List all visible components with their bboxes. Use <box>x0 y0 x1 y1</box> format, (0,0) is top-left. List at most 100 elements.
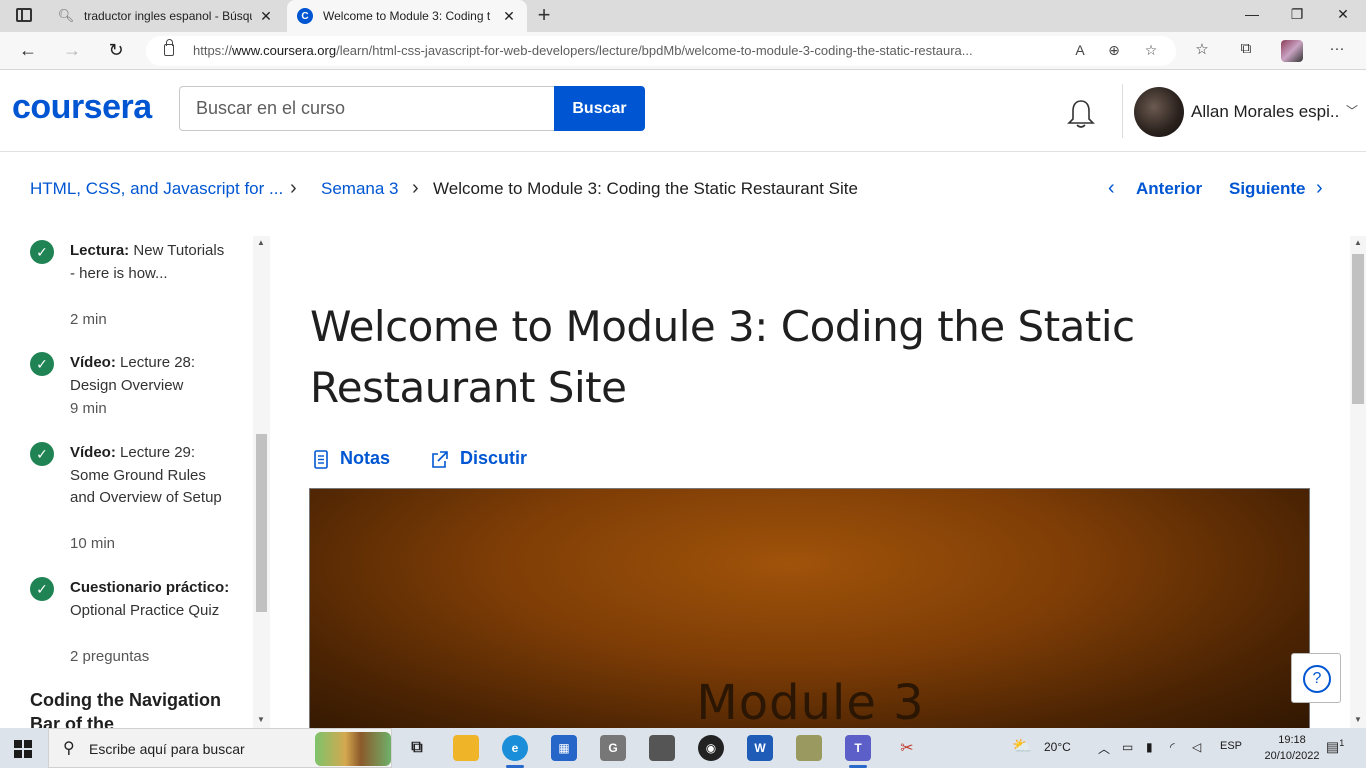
item-duration: 9 min <box>70 400 107 417</box>
chevron-up-icon[interactable]: ︿ <box>1098 740 1110 757</box>
new-tab-button[interactable]: + <box>534 4 554 26</box>
notes-button[interactable]: Notas <box>340 448 390 469</box>
read-aloud-icon[interactable]: A <box>1070 42 1090 58</box>
chevron-right-icon[interactable]: › <box>1316 177 1323 200</box>
scroll-down-icon[interactable]: ▼ <box>1354 715 1362 724</box>
store-icon[interactable]: ▦ <box>551 735 577 761</box>
tab-actions-icon[interactable] <box>16 8 32 22</box>
tab-coursera[interactable]: C Welcome to Module 3: Coding th ✕ <box>287 0 527 32</box>
notification-count: 1 <box>1339 738 1345 748</box>
item-duration: 2 preguntas <box>70 648 150 665</box>
item-duration: 2 min <box>70 311 107 328</box>
refresh-icon[interactable]: ↻ <box>105 40 127 60</box>
scroll-up-icon[interactable]: ▲ <box>1354 238 1362 247</box>
clock-time: 19:18 <box>1278 734 1306 746</box>
lock-icon[interactable] <box>164 39 174 56</box>
help-button[interactable]: ? <box>1291 653 1341 703</box>
chevron-right-icon: › <box>412 177 419 199</box>
language-indicator[interactable]: ESP <box>1220 740 1242 752</box>
discuss-button[interactable]: Discutir <box>460 448 527 469</box>
notifications-bell-icon[interactable] <box>1066 98 1096 130</box>
course-search-input[interactable] <box>179 86 555 131</box>
app-icon[interactable] <box>796 735 822 761</box>
app-icon[interactable] <box>649 735 675 761</box>
teams-icon[interactable]: T <box>845 735 871 768</box>
header-divider <box>1122 84 1123 138</box>
close-icon[interactable]: ✕ <box>501 8 517 24</box>
url-field[interactable]: https://www.coursera.org/learn/html-css-… <box>146 36 1176 66</box>
search-button[interactable]: Buscar <box>554 86 645 131</box>
url-text[interactable]: https://www.coursera.org/learn/html-css-… <box>193 43 1073 58</box>
tab-search[interactable]: 🔍︎ traductor ingles espanol - Búsqu ✕ <box>48 0 284 32</box>
breadcrumb-current: Welcome to Module 3: Coding the Static R… <box>433 179 858 198</box>
chevron-right-icon: › <box>290 177 297 199</box>
item-title: Lectura: New Tutorials - here is how... <box>70 242 225 282</box>
zoom-icon[interactable]: ⊕ <box>1104 42 1124 59</box>
chevron-left-icon[interactable]: ‹ <box>1108 177 1115 200</box>
edge-icon[interactable]: e <box>502 735 528 768</box>
word-icon[interactable]: W <box>747 735 773 761</box>
scrollbar-thumb[interactable] <box>1352 254 1364 404</box>
chevron-down-icon[interactable]: ﹀ <box>1346 102 1358 119</box>
window-close-icon[interactable]: ✕ <box>1333 6 1353 23</box>
browser-profile-icon[interactable] <box>1281 40 1303 62</box>
github-icon[interactable]: ◉ <box>698 735 724 761</box>
search-highlight-image[interactable] <box>315 732 391 766</box>
breadcrumb-course-link[interactable]: HTML, CSS, and Javascript for ... <box>30 179 283 199</box>
wifi-icon[interactable]: ◜ <box>1170 740 1175 754</box>
minimize-icon[interactable]: — <box>1242 6 1262 22</box>
taskbar: ⚲ Escribe aquí para buscar ⧉ e ▦ G ◉ W T… <box>0 728 1366 768</box>
item-title: Vídeo: Lecture 28: Design Overview <box>70 354 196 394</box>
forward-icon: → <box>63 40 81 60</box>
previous-link[interactable]: Anterior <box>1136 179 1202 199</box>
close-icon[interactable]: ✕ <box>258 8 274 24</box>
avatar[interactable] <box>1134 87 1184 137</box>
add-favorite-icon[interactable]: ☆ <box>1141 42 1161 59</box>
task-view-icon[interactable]: ⧉ <box>404 735 430 761</box>
meet-now-icon[interactable]: ▭ <box>1122 740 1133 754</box>
sidebar-scrollbar[interactable]: ▲ ▼ <box>253 236 270 728</box>
video-player[interactable]: Module 3 <box>309 488 1310 728</box>
scroll-up-icon[interactable]: ▲ <box>257 238 265 247</box>
favorites-icon[interactable]: ☆ <box>1191 40 1213 58</box>
volume-icon[interactable]: ◁ <box>1192 740 1201 754</box>
battery-icon[interactable]: ▮ <box>1146 740 1153 754</box>
collections-icon[interactable]: ⧉ <box>1235 40 1257 57</box>
back-icon[interactable]: ← <box>17 40 39 60</box>
item-duration: 10 min <box>70 535 116 552</box>
restore-icon[interactable]: ❐ <box>1287 6 1307 23</box>
coursera-favicon-icon: C <box>297 8 313 24</box>
search-icon: 🔍︎ <box>57 8 75 23</box>
item-title: Cuestionario práctico: Optional Practice… <box>70 579 230 619</box>
page-scrollbar[interactable]: ▲ ▼ <box>1350 236 1366 728</box>
coursera-logo[interactable]: coursera <box>12 88 152 127</box>
windows-start-icon[interactable] <box>14 740 32 758</box>
snipping-tool-icon[interactable]: ✂ <box>894 735 920 761</box>
file-explorer-icon[interactable] <box>453 735 479 761</box>
clock-date: 20/10/2022 <box>1264 750 1320 762</box>
scroll-down-icon[interactable]: ▼ <box>257 715 265 724</box>
external-link-icon[interactable] <box>430 450 448 470</box>
more-options-icon[interactable]: ··· <box>1326 40 1348 57</box>
lecture-content: Welcome to Module 3: Coding the Static R… <box>270 236 1350 728</box>
address-bar-row: ← → ↻ https://www.coursera.org/learn/htm… <box>0 32 1366 70</box>
site-header: coursera Buscar Allan Morales espi... ﹀ <box>0 70 1366 152</box>
weather-icon[interactable]: ⛅ <box>1012 736 1032 756</box>
notifications-icon[interactable]: ▤1 <box>1326 738 1344 756</box>
next-link[interactable]: Siguiente <box>1229 179 1306 199</box>
tab-title: Welcome to Module 3: Coding th <box>323 9 491 23</box>
course-outline-sidebar: ✓ Lectura: New Tutorials - here is how..… <box>0 236 270 728</box>
notes-icon[interactable] <box>312 450 330 470</box>
taskbar-clock[interactable]: 19:18 20/10/2022 <box>1262 732 1322 764</box>
scrollbar-thumb[interactable] <box>256 434 267 612</box>
page-title: Welcome to Module 3: Coding the Static R… <box>310 302 1135 412</box>
chrome-icon[interactable]: G <box>600 735 626 761</box>
breadcrumb-week-link[interactable]: Semana 3 <box>321 179 399 199</box>
section-title[interactable]: Coding the Navigation Bar of the <box>30 688 240 728</box>
question-mark-icon: ? <box>1303 665 1331 693</box>
browser-tab-strip: 🔍︎ traductor ingles espanol - Búsqu ✕ C … <box>0 0 1366 32</box>
weather-temperature[interactable]: 20°C <box>1044 740 1071 754</box>
user-name[interactable]: Allan Morales espi... <box>1191 102 1341 122</box>
breadcrumb: HTML, CSS, and Javascript for ... › Sema… <box>0 152 1366 228</box>
taskbar-search-box[interactable]: ⚲ Escribe aquí para buscar <box>48 728 392 768</box>
